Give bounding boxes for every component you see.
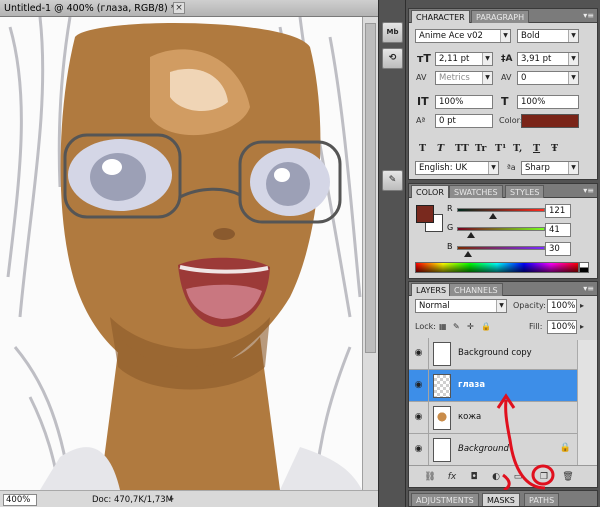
document-window: Untitled-1 @ 400% (глаза, RGB/8) * × 400… <box>0 0 378 507</box>
artwork-illustration <box>0 17 362 490</box>
close-document-button[interactable]: × <box>173 2 185 14</box>
mini-bridge-icon[interactable]: Mb <box>382 22 403 43</box>
vertical-scrollbar[interactable] <box>362 17 378 490</box>
tab-paths[interactable]: PATHS <box>524 493 560 506</box>
status-bar: 400% Doc: 470,7K/1,73M ▸ <box>0 490 378 507</box>
tab-adjustments[interactable]: ADJUSTMENTS <box>411 493 479 506</box>
panel-dock: CHARACTER PARAGRAPH ▾≡ Anime Ace v02 ▼ B… <box>406 0 600 507</box>
status-menu-arrow-icon[interactable]: ▸ <box>170 494 174 503</box>
history-icon[interactable]: ⟲ <box>382 48 403 69</box>
collapsed-panel-strip: Mb ⟲ ✎ <box>378 0 406 507</box>
brush-icon[interactable]: ✎ <box>382 170 403 191</box>
red-arrow-annotation <box>496 393 555 492</box>
document-title: Untitled-1 @ 400% (глаза, RGB/8) * <box>4 3 176 14</box>
zoom-field[interactable]: 400% <box>3 494 37 506</box>
image-canvas[interactable] <box>0 17 362 490</box>
document-tab[interactable]: Untitled-1 @ 400% (глаза, RGB/8) * × <box>0 0 378 17</box>
adjustments-panel-tabs: ADJUSTMENTS MASKS PATHS <box>408 490 598 507</box>
tab-masks[interactable]: MASKS <box>482 493 520 506</box>
scrollbar-thumb[interactable] <box>365 23 376 353</box>
document-info: Doc: 470,7K/1,73M <box>92 495 174 505</box>
